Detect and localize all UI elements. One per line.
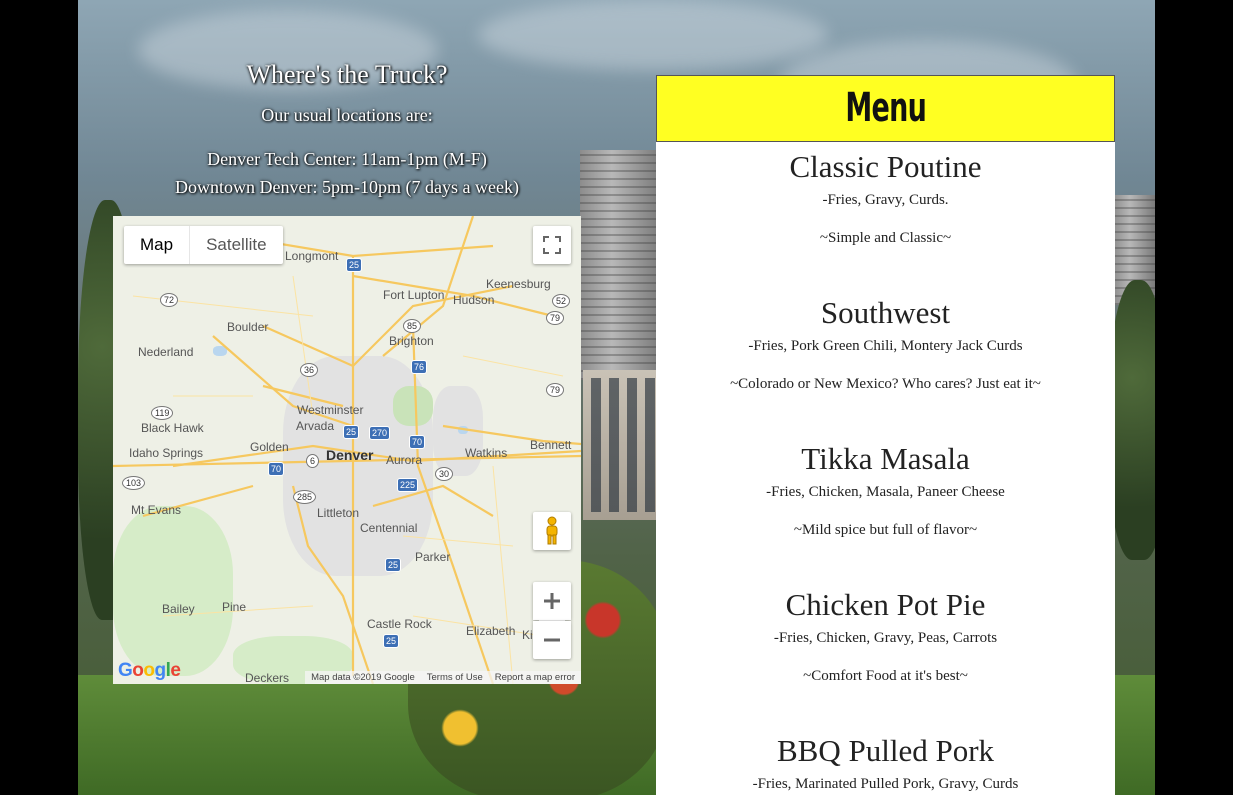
map-label-fort-lupton: Fort Lupton — [383, 288, 445, 302]
route-shield: 72 — [160, 293, 179, 307]
menu-item: BBQ Pulled Pork -Fries, Marinated Pulled… — [656, 734, 1115, 793]
map-label-centennial: Centennial — [360, 521, 418, 535]
location-dtc: Denver Tech Center: 11am-1pm (M-F) — [207, 149, 487, 169]
route-shield: 270 — [369, 426, 391, 440]
menu-item-ingredients: -Fries, Gravy, Curds. — [822, 192, 949, 208]
menu-item-ingredients: -Fries, Chicken, Gravy, Peas, Carrots — [773, 630, 998, 646]
google-logo: Google — [118, 660, 181, 681]
route-shield: 52 — [552, 294, 571, 308]
route-shield: 225 — [397, 478, 419, 492]
route-shield: 6 — [306, 454, 320, 468]
menu-item-name: Chicken Pot Pie — [785, 587, 986, 622]
zoom-in-button[interactable] — [533, 582, 571, 620]
menu-item-name: BBQ Pulled Pork — [776, 733, 995, 768]
where-truck-heading: Where's the Truck? — [246, 60, 448, 89]
route-shield: 25 — [383, 634, 400, 648]
map-label-bennett: Bennett — [530, 438, 572, 452]
map-type-satellite-button[interactable]: Satellite — [190, 226, 282, 264]
menu-item: Tikka Masala -Fries, Chicken, Masala, Pa… — [656, 442, 1115, 539]
route-shield: 25 — [343, 425, 360, 439]
menu-header: Menu — [656, 75, 1115, 142]
fullscreen-icon — [543, 236, 561, 254]
map-label-keenesburg: Keenesburg — [486, 277, 551, 291]
menu-item-ingredients: -Fries, Chicken, Masala, Paneer Cheese — [766, 484, 1005, 500]
menu-item-name: Classic Poutine — [789, 149, 982, 184]
menu-item-description: ~Colorado or New Mexico? Who cares? Just… — [730, 376, 1041, 392]
map-label-golden: Golden — [250, 440, 289, 454]
menu-item-name: Tikka Masala — [801, 441, 970, 476]
route-shield: 79 — [546, 383, 565, 397]
map-type-control: Map Satellite — [124, 226, 283, 264]
usual-locations-subtitle: Our usual locations are: — [261, 105, 433, 125]
zoom-out-button[interactable] — [533, 621, 571, 659]
map-label-idaho-springs: Idaho Springs — [129, 446, 204, 460]
map-label-bailey: Bailey — [162, 602, 195, 616]
map-label-deckers: Deckers — [245, 671, 290, 684]
report-map-error-link[interactable]: Report a map error — [495, 671, 575, 684]
menu-item-ingredients: -Fries, Marinated Pulled Pork, Gravy, Cu… — [752, 776, 1019, 792]
fullscreen-button[interactable] — [533, 226, 571, 264]
menu-item-description: ~Comfort Food at it's best~ — [803, 668, 968, 684]
menu-title: Menu — [845, 85, 926, 131]
google-map[interactable]: Longmont Keenesburg Fort Lupton Hudson B… — [113, 216, 581, 684]
route-shield: 70 — [268, 462, 285, 476]
menu-item: Classic Poutine -Fries, Gravy, Curds. ~S… — [656, 150, 1115, 247]
route-shield: 25 — [346, 258, 363, 272]
map-label-watkins: Watkins — [465, 446, 508, 460]
menu-item-ingredients: -Fries, Pork Green Chili, Montery Jack C… — [748, 338, 1023, 354]
map-label-westminster: Westminster — [297, 403, 364, 417]
terms-of-use-link[interactable]: Terms of Use — [427, 671, 483, 684]
route-shield: 76 — [411, 360, 428, 374]
route-shield: 30 — [435, 467, 454, 481]
map-label-parker: Parker — [415, 550, 451, 564]
map-label-denver: Denver — [326, 447, 374, 463]
map-label-hudson: Hudson — [453, 293, 495, 307]
map-label-arvada: Arvada — [296, 419, 335, 433]
menu-panel: Menu Classic Poutine -Fries, Gravy, Curd… — [656, 75, 1115, 795]
map-label-littleton: Littleton — [317, 506, 360, 520]
map-label-boulder: Boulder — [227, 320, 269, 334]
menu-item: Southwest -Fries, Pork Green Chili, Mont… — [656, 296, 1115, 393]
map-label-castle-rock: Castle Rock — [367, 617, 432, 631]
map-label-nederland: Nederland — [138, 345, 194, 359]
map-label-aurora: Aurora — [386, 453, 423, 467]
plus-icon — [544, 593, 560, 609]
route-shield: 85 — [403, 319, 422, 333]
menu-item: Chicken Pot Pie -Fries, Chicken, Gravy, … — [656, 588, 1115, 685]
map-label-elizabeth: Elizabeth — [466, 624, 516, 638]
map-type-map-button[interactable]: Map — [124, 226, 189, 264]
map-footer: Map data ©2019 Google Terms of Use Repor… — [305, 671, 581, 684]
location-downtown: Downtown Denver: 5pm-10pm (7 days a week… — [175, 177, 519, 197]
map-label-brighton: Brighton — [389, 334, 434, 348]
map-label-longmont: Longmont — [285, 249, 339, 263]
map-label-pine: Pine — [222, 600, 247, 614]
street-view-button[interactable] — [533, 512, 571, 550]
route-shield: 70 — [409, 435, 426, 449]
minus-icon — [544, 638, 560, 642]
menu-item-description: ~Mild spice but full of flavor~ — [793, 522, 978, 538]
route-shield: 285 — [293, 490, 317, 504]
map-label-mt-evans: Mt Evans — [131, 503, 182, 517]
map-label-black-hawk: Black Hawk — [141, 421, 204, 435]
route-shield: 103 — [122, 476, 146, 490]
route-shield: 79 — [546, 311, 565, 325]
menu-item-name: Southwest — [820, 295, 951, 330]
route-shield: 36 — [300, 363, 319, 377]
pegman-icon — [546, 516, 558, 545]
route-shield: 25 — [385, 558, 402, 572]
menu-item-description: ~Simple and Classic~ — [819, 230, 952, 246]
map-data-attribution: Map data ©2019 Google — [311, 672, 415, 683]
